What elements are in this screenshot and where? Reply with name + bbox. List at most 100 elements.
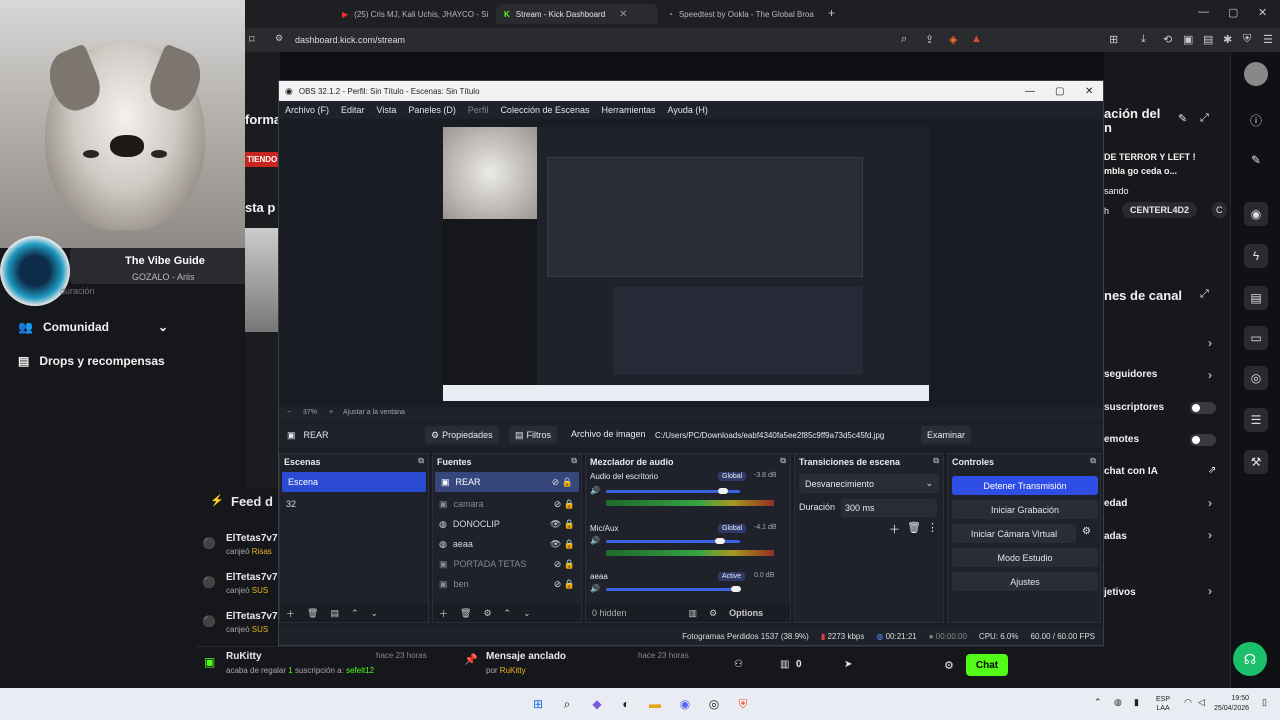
properties-button[interactable]: ⚙ Propiedades bbox=[425, 426, 499, 444]
bookmark-icon[interactable]: ⌑ bbox=[249, 33, 255, 46]
wifi-icon[interactable]: ◠ bbox=[1184, 697, 1192, 708]
volume-slider[interactable] bbox=[606, 488, 740, 494]
zoom-icon[interactable]: ⌕ bbox=[901, 33, 907, 46]
duration-input[interactable]: 300 ms bbox=[841, 499, 937, 517]
stop-stream-button[interactable]: Detener Transmisión bbox=[952, 476, 1098, 495]
source-item[interactable]: ▣ camara ⊘ 🔒 bbox=[433, 494, 581, 514]
preview-canvas[interactable] bbox=[443, 127, 929, 401]
document-icon[interactable]: ▤ bbox=[1244, 286, 1268, 310]
menu-icon[interactable]: ☰ bbox=[1263, 33, 1273, 46]
source-item[interactable]: ▣ ben ⊘ 🔒 bbox=[433, 574, 581, 594]
more-options-icon[interactable]: ⋮ bbox=[927, 521, 938, 534]
trash-icon[interactable]: 🗑 bbox=[460, 608, 471, 619]
volume-slider[interactable] bbox=[606, 586, 741, 592]
menu-ayuda[interactable]: Ayuda (H) bbox=[668, 105, 708, 115]
toggle-emotes[interactable] bbox=[1190, 434, 1216, 446]
source-item[interactable]: ◍ DONOCLIP 👁 🔒 bbox=[433, 514, 581, 534]
start-virtual-camera-button[interactable]: Iniciar Cámara Virtual bbox=[952, 524, 1076, 543]
clock[interactable]: 19:50 25/04/2026 bbox=[1214, 694, 1249, 714]
brave-icon[interactable]: ⛨ bbox=[733, 694, 753, 714]
volume-knob[interactable] bbox=[718, 488, 728, 494]
viewers-icon[interactable]: ⚇ bbox=[734, 659, 743, 670]
source-item[interactable]: ▣ PORTADA TETAS ⊘ 🔒 bbox=[433, 554, 581, 574]
browse-button[interactable]: Examinar bbox=[921, 426, 972, 444]
broadcast-icon[interactable]: ◎ bbox=[1244, 366, 1268, 390]
info-icon[interactable]: ⓘ bbox=[1244, 108, 1268, 132]
minimize-icon[interactable]: — bbox=[1025, 86, 1035, 97]
hidden-eye-icon[interactable]: ⊘ 🔒 bbox=[554, 579, 575, 590]
nav-comunidad[interactable]: 👥 Comunidad ⌄ bbox=[18, 320, 168, 334]
chat-button[interactable]: Chat bbox=[966, 654, 1008, 676]
tab-kick-dashboard[interactable]: K Stream - Kick Dashboard ✕ bbox=[496, 4, 658, 24]
vpn-icon[interactable]: ⛨ bbox=[1243, 33, 1251, 46]
close-window-icon[interactable]: ✕ bbox=[1258, 6, 1267, 19]
add-icon[interactable]: ＋ bbox=[889, 521, 900, 537]
close-icon[interactable]: ✕ bbox=[1085, 86, 1093, 97]
menu-editar[interactable]: Editar bbox=[341, 105, 365, 115]
transition-select[interactable]: Desvanecimiento ⌄ bbox=[799, 474, 939, 493]
volume-icon[interactable]: ◁ bbox=[1198, 697, 1205, 708]
volume-slider[interactable] bbox=[606, 538, 740, 544]
start-recording-button[interactable]: Iniciar Grabación bbox=[952, 500, 1098, 519]
wallet-icon[interactable]: ▤ bbox=[1203, 33, 1213, 46]
zoom-out-icon[interactable]: − bbox=[287, 409, 291, 416]
fit-window-option[interactable]: Ajustar a la ventana bbox=[343, 409, 405, 416]
zoom-in-icon[interactable]: + bbox=[329, 409, 333, 416]
bolt-icon[interactable]: ϟ bbox=[1244, 244, 1268, 268]
hidden-eye-icon[interactable]: ⊘ 🔒 bbox=[552, 477, 573, 488]
share-icon[interactable]: ⇪ bbox=[925, 33, 934, 46]
close-tab-icon[interactable]: ✕ bbox=[619, 9, 627, 20]
chevron-right-icon[interactable]: › bbox=[1208, 496, 1212, 510]
move-down-icon[interactable]: ⌄ bbox=[371, 608, 379, 619]
url-input[interactable]: dashboard.kick.com/stream bbox=[295, 35, 405, 45]
volume-knob[interactable] bbox=[715, 538, 726, 544]
menu-paneles[interactable]: Paneles (D) bbox=[408, 105, 456, 115]
wrench-icon[interactable]: ⚒ bbox=[1244, 450, 1268, 474]
popout-icon[interactable]: ⤢ bbox=[1200, 112, 1209, 125]
store-icon[interactable]: ▥ bbox=[780, 659, 789, 670]
avatar[interactable] bbox=[1244, 62, 1268, 86]
speaker-icon[interactable]: 🔊 bbox=[590, 536, 600, 545]
maximize-icon[interactable]: ▢ bbox=[1055, 86, 1064, 97]
tag-chip[interactable]: C bbox=[1212, 202, 1227, 218]
eye-icon[interactable]: 👁 🔒 bbox=[550, 519, 575, 530]
windows-start-icon[interactable]: ⊞ bbox=[528, 694, 548, 714]
download-icon[interactable]: ⤓ bbox=[1141, 33, 1146, 46]
file-explorer-icon[interactable]: ▬ bbox=[645, 694, 665, 714]
tab-youtube[interactable]: ▶ (25) Cris MJ, Kali Uchis, JHAYCO - Si … bbox=[338, 4, 488, 24]
move-up-icon[interactable]: ⌃ bbox=[351, 608, 359, 619]
source-item[interactable]: ◍ aeaa 👁 🔒 bbox=[433, 534, 581, 554]
volume-knob[interactable] bbox=[731, 586, 741, 592]
maximize-icon[interactable]: ▢ bbox=[1228, 6, 1238, 19]
trash-icon[interactable]: 🗑 bbox=[307, 608, 318, 619]
tray-arrow-icon[interactable]: ⌃ bbox=[1094, 697, 1102, 708]
layout-icon[interactable]: ▥ bbox=[689, 608, 698, 619]
file-path-field[interactable]: C:/Users/PC/Downloads/eabf4340fa5ee2f85c… bbox=[651, 426, 888, 444]
search-icon[interactable]: ⌕ bbox=[557, 694, 577, 714]
eye-icon[interactable]: 👁 🔒 bbox=[550, 539, 575, 550]
gear-icon[interactable]: ⚙ bbox=[483, 608, 491, 619]
popout-icon[interactable]: ⤢ bbox=[1200, 288, 1209, 301]
sidebar-icon[interactable]: ▣ bbox=[1183, 33, 1193, 46]
app-wolf-icon[interactable]: ◐ bbox=[616, 694, 636, 714]
site-info-icon[interactable]: ⚙ bbox=[275, 33, 283, 44]
float-icon[interactable]: ⧉ bbox=[933, 456, 939, 466]
mic-tray-icon[interactable]: ▮ bbox=[1134, 697, 1139, 708]
chevron-right-icon[interactable]: › bbox=[1208, 368, 1212, 382]
minimize-icon[interactable]: — bbox=[1198, 6, 1209, 18]
copilot-icon[interactable]: ◆ bbox=[587, 694, 607, 714]
discord-icon[interactable]: ◉ bbox=[675, 694, 695, 714]
camera-icon[interactable]: ◉ bbox=[1244, 202, 1268, 226]
virtual-camera-settings-icon[interactable]: ⚙ bbox=[1082, 526, 1091, 537]
menu-archivo[interactable]: Archivo (F) bbox=[285, 105, 329, 115]
settings-gear-icon[interactable]: ⚙ bbox=[944, 659, 954, 672]
scene-item[interactable]: 32 bbox=[280, 494, 428, 514]
menu-herramientas[interactable]: Herramientas bbox=[602, 105, 656, 115]
scene-item[interactable]: Escena bbox=[282, 472, 426, 492]
speaker-icon[interactable]: 🔊 bbox=[590, 584, 600, 593]
float-icon[interactable]: ⧉ bbox=[1090, 456, 1096, 466]
add-icon[interactable]: ＋ bbox=[286, 607, 295, 620]
filters-button[interactable]: ▤ Filtros bbox=[509, 426, 558, 444]
language-indicator[interactable]: ESP LAA bbox=[1156, 695, 1170, 713]
chevron-right-icon[interactable]: › bbox=[1208, 528, 1212, 542]
